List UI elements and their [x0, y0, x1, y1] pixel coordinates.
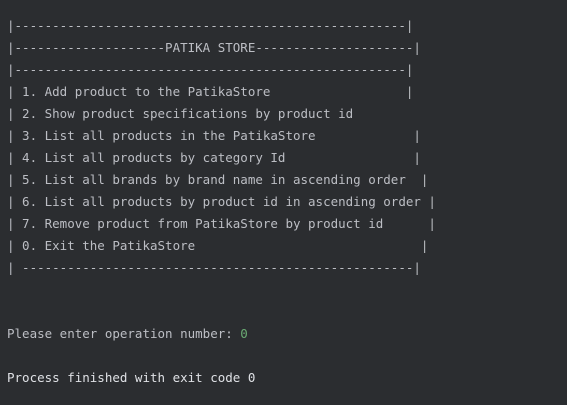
process-exit-message: Process finished with exit code 0: [7, 370, 256, 385]
menu-border-top: |---------------------------------------…: [7, 18, 414, 33]
menu-option-0: | 0. Exit the PatikaStore |: [7, 238, 429, 253]
menu-option-3: | 3. List all products in the PatikaStor…: [7, 128, 421, 143]
operation-prompt-label: Please enter operation number:: [7, 326, 241, 341]
menu-option-5: | 5. List all brands by brand name in as…: [7, 172, 429, 187]
menu-option-1: | 1. Add product to the PatikaStore |: [7, 84, 414, 99]
operation-prompt: Please enter operation number: 0: [7, 323, 248, 345]
menu-border-divider: |---------------------------------------…: [7, 62, 414, 77]
menu-option-6: | 6. List all products by product id in …: [7, 194, 436, 209]
menu-option-2: | 2. Show product specifications by prod…: [7, 106, 354, 121]
operation-prompt-input[interactable]: 0: [240, 326, 248, 341]
console-output: |---------------------------------------…: [0, 0, 567, 405]
menu-title: |--------------------PATIKA STORE-------…: [7, 40, 421, 55]
menu-border-bottom: | --------------------------------------…: [7, 260, 421, 275]
menu-option-7: | 7. Remove product from PatikaStore by …: [7, 216, 436, 231]
menu-option-4: | 4. List all products by category Id |: [7, 150, 421, 165]
